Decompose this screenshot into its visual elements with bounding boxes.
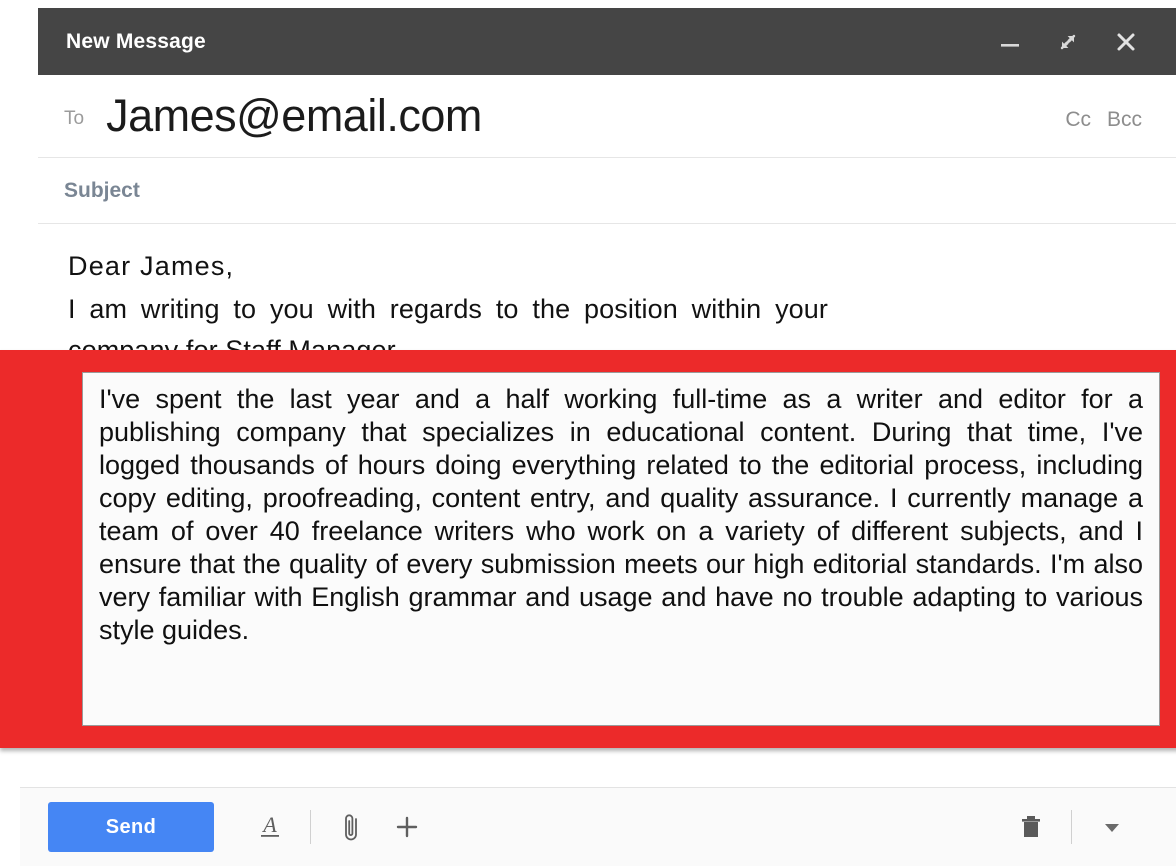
toolbar-right-group [1003,802,1150,852]
close-icon [1112,28,1140,56]
insert-more-button[interactable] [379,802,435,852]
minimize-icon [997,29,1023,55]
chevron-down-icon [1099,814,1125,840]
subject-field-row[interactable]: Subject [38,158,1176,224]
to-field-row[interactable]: To James@email.com Cc Bcc [38,75,1176,158]
window-title: New Message [66,29,206,53]
minimize-button[interactable] [994,26,1026,58]
window-controls [994,26,1158,58]
expand-button[interactable] [1052,26,1084,58]
formatting-options-button[interactable]: A [242,802,298,852]
toolbar-left-group: Send A [48,802,435,852]
toolbar-divider-1 [310,810,311,844]
send-button[interactable]: Send [48,802,214,852]
message-body[interactable]: Dear James, I am writing to you with reg… [38,224,1176,371]
cc-bcc-group: Cc Bcc [1065,100,1158,132]
format-text-icon: A [253,810,287,844]
attach-file-button[interactable] [323,802,379,852]
toolbar-divider-2 [1071,810,1072,844]
red-highlight-callout: I've spent the last year and a half work… [0,350,1176,748]
to-label: To [64,108,85,129]
plus-icon [391,811,423,843]
more-options-button[interactable] [1084,802,1140,852]
close-button[interactable] [1110,26,1142,58]
body-salutation: Dear James, [68,251,235,281]
bcc-button[interactable]: Bcc [1107,108,1142,132]
compose-window-header: New Message [38,8,1176,75]
highlighted-paragraph: I've spent the last year and a half work… [99,384,1143,645]
compose-window: New Message To James@email.com Cc Bcc Su… [0,8,1176,866]
cc-button[interactable]: Cc [1065,108,1091,132]
subject-input[interactable]: Subject [64,179,140,203]
screenshot-root: New Message To James@email.com Cc Bcc Su… [0,0,1176,866]
paperclip-icon [336,810,366,844]
to-recipient-input[interactable]: James@email.com [106,90,1065,142]
discard-draft-button[interactable] [1003,802,1059,852]
expand-icon [1055,29,1081,55]
svg-text:A: A [261,812,277,837]
compose-toolbar: Send A [20,788,1176,866]
highlighted-text-panel: I've spent the last year and a half work… [82,372,1160,726]
trash-icon [1016,811,1046,843]
